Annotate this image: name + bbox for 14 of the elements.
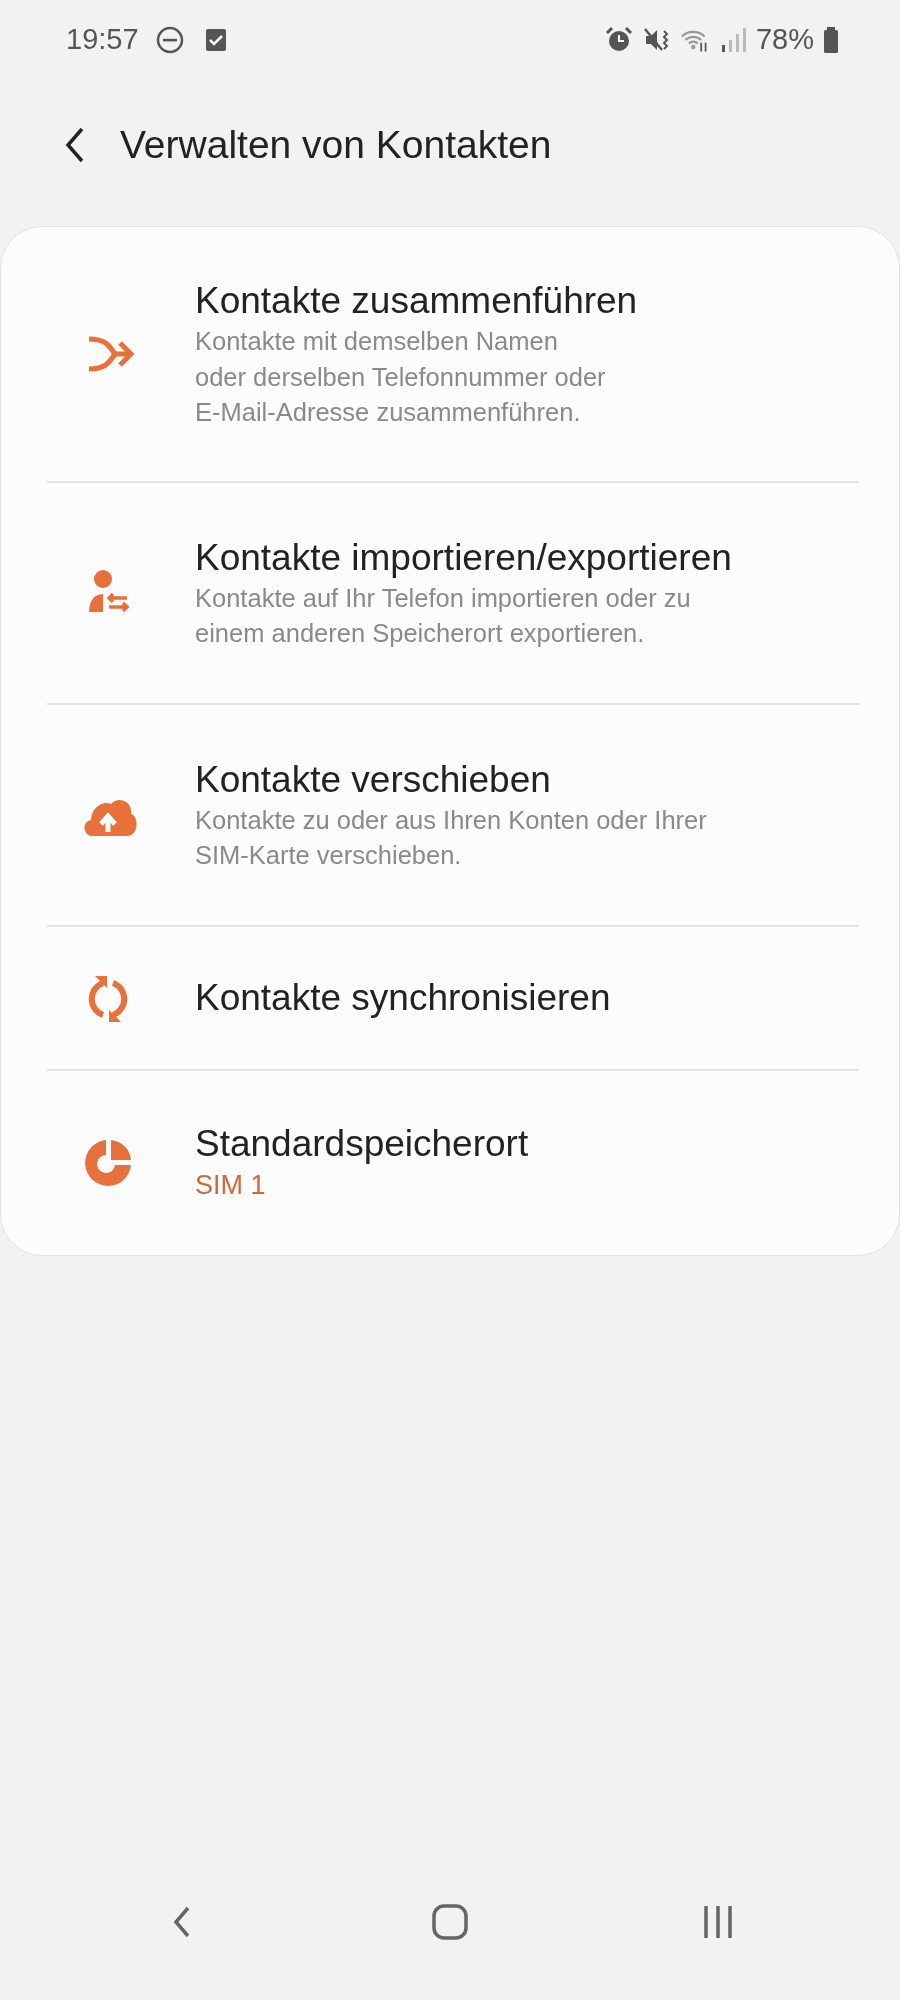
status-time: 19:57 — [66, 22, 139, 58]
page-title: Verwalten von Kontakten — [120, 121, 552, 168]
battery-percentage: 78% — [755, 22, 814, 58]
menu-item-title[interactable]: Kontakte importieren/exportieren — [195, 534, 732, 581]
menu-item-description: Kontakte zu oder aus Ihren Konten oder Ihrer SIM-Karte verschieben. — [195, 804, 707, 872]
do-not-disturb-icon — [154, 25, 185, 55]
menu-item-title[interactable]: Kontakte verschieben — [195, 756, 707, 803]
menu-item-value: SIM 1 — [195, 1169, 267, 1203]
menu-item-title[interactable]: Kontakte synchronisieren — [195, 974, 611, 1022]
battery-icon — [822, 25, 840, 55]
menu-item-description: Kontakte mit demselben Namen oder derselben Telefonnummer oder E-Mail-Adresse zusammenführen. — [195, 326, 607, 428]
menu-item-title[interactable]: Standardspeicherort — [195, 1120, 529, 1168]
menu-item-description: Kontakte auf Ihr Telefon importieren oder zu einem anderen Speicherort exportieren. — [195, 582, 692, 650]
menu-item-title[interactable]: Kontakte zusammenführen — [195, 278, 638, 325]
